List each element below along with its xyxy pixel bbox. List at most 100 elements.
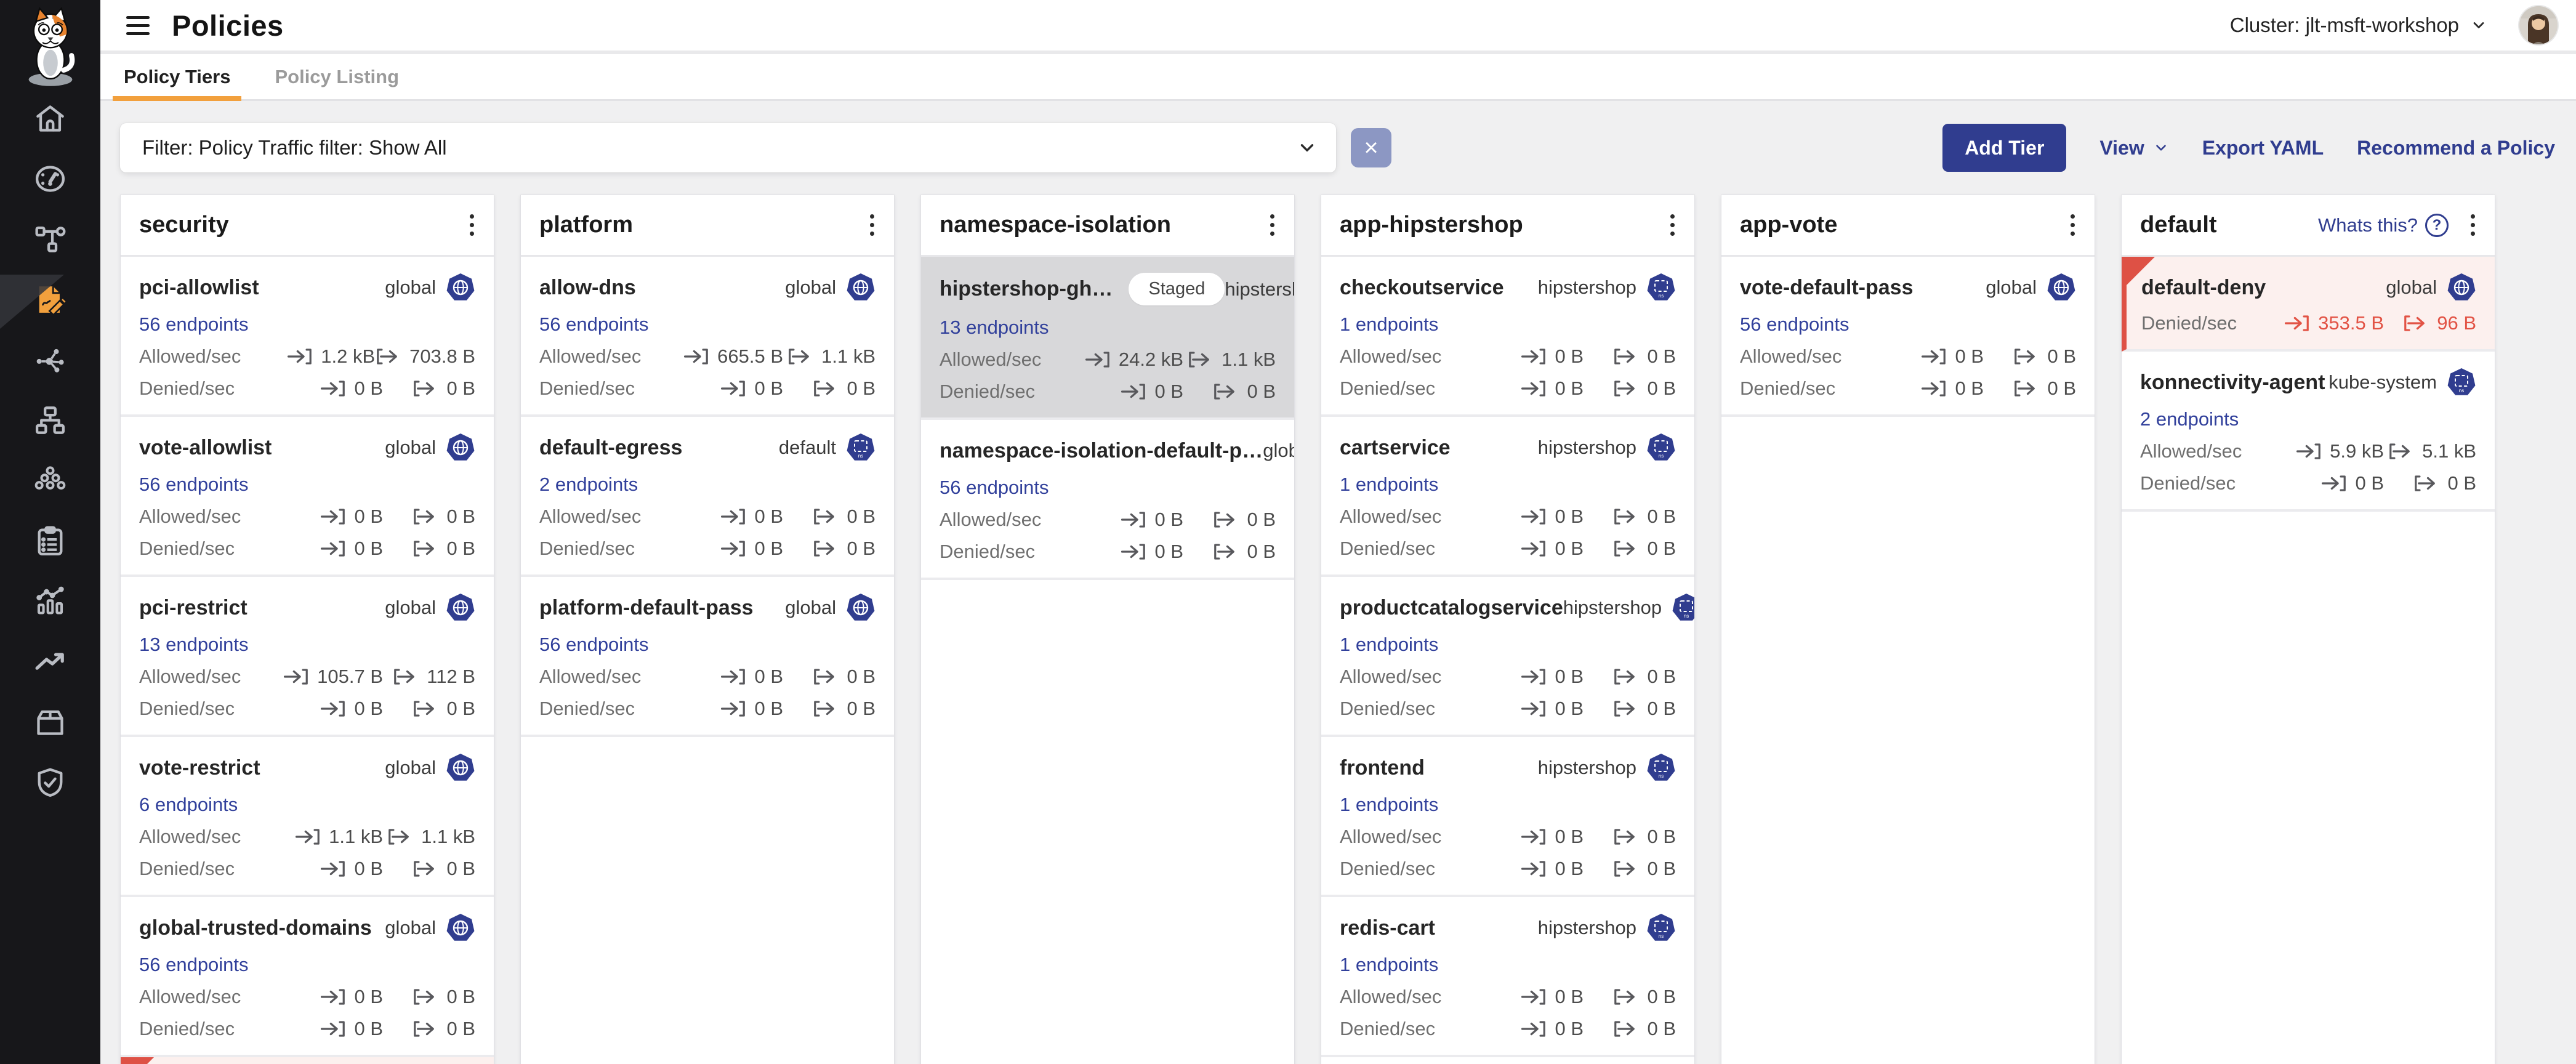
denied-per-sec-row: Denied/sec 0 B 0 B: [139, 698, 475, 720]
tier-menu-button[interactable]: [1664, 209, 1681, 241]
global-scope-icon: [446, 753, 475, 783]
endpoints-link[interactable]: 1 endpoints: [1340, 794, 1438, 816]
export-yaml-button[interactable]: Export YAML: [2202, 137, 2324, 159]
clusters-icon[interactable]: [33, 463, 68, 498]
endpoints-link[interactable]: 2 endpoints: [539, 474, 638, 496]
allowed-per-sec-row: Allowed/sec 665.5 B 1.1 kB: [539, 345, 875, 368]
ingress-icon: [1120, 382, 1147, 401]
tier-column-namespace-isolation: namespace-isolation hipstershop-gh… Stag…: [920, 195, 1295, 1064]
tier-menu-button[interactable]: [464, 209, 480, 241]
policy-card-vote-allowlist[interactable]: vote-allowlist global 56 endpoints Allow…: [121, 417, 494, 577]
endpoints-link[interactable]: 1 endpoints: [1340, 474, 1438, 496]
compliance-reports-icon[interactable]: [33, 523, 68, 558]
policy-card-allow-dns[interactable]: allow-dns global 56 endpoints Allowed/se…: [521, 257, 894, 417]
ingress-icon: [1084, 350, 1111, 369]
service-graph-icon[interactable]: [33, 222, 68, 257]
endpoints-icon[interactable]: [33, 403, 68, 438]
policy-card-vote-default-pass[interactable]: vote-default-pass global 56 endpoints Al…: [1721, 257, 2095, 417]
ingress-icon: [1520, 1019, 1547, 1039]
tier-name: app-vote: [1740, 212, 1837, 238]
policy-card-namespace-isolation-default-p[interactable]: namespace-isolation-default-p… global 56…: [921, 420, 1294, 580]
allowed-out-value: 0 B: [1247, 509, 1276, 531]
ingress-icon: [720, 699, 747, 719]
ingress-icon: [320, 507, 347, 526]
endpoints-link[interactable]: 56 endpoints: [940, 477, 1049, 499]
endpoints-link[interactable]: 2 endpoints: [2140, 408, 2239, 430]
policy-card-cartservice[interactable]: cartservice hipstershop 1 endpoints Allo…: [1321, 417, 1694, 577]
ingress-icon: [294, 827, 321, 847]
packages-icon[interactable]: [33, 704, 68, 740]
policy-card-platform-default-pass[interactable]: platform-default-pass global 56 endpoint…: [521, 577, 894, 737]
flow-visualizations-icon[interactable]: [33, 342, 68, 377]
policy-card-redis-cart[interactable]: redis-cart hipstershop 1 endpoints Allow…: [1321, 897, 1694, 1057]
avatar[interactable]: [2519, 6, 2558, 44]
policy-card-hipstershop-gh[interactable]: hipstershop-gh… Staged hipstershop 13 en…: [921, 257, 1294, 420]
endpoints-link[interactable]: 1 endpoints: [1340, 954, 1438, 976]
cluster-selector[interactable]: Cluster: jlt-msft-workshop: [2230, 14, 2487, 37]
policy-card-konnectivity-agent[interactable]: konnectivity-agent kube-system 2 endpoin…: [2122, 352, 2495, 512]
denied-in-value: 0 B: [1555, 858, 1584, 880]
whats-this-link[interactable]: Whats this? ?: [2318, 214, 2449, 237]
calico-cat-logo[interactable]: [14, 6, 87, 85]
endpoints-link[interactable]: 13 endpoints: [940, 316, 1049, 339]
endpoints-link[interactable]: 56 endpoints: [139, 954, 249, 976]
ingress-icon: [683, 347, 710, 366]
policy-card-productcatalogservice[interactable]: productcatalogservice hipstershop 1 endp…: [1321, 577, 1694, 737]
allowed-out-value: 5.1 kB: [2422, 440, 2476, 462]
endpoints-link[interactable]: 1 endpoints: [1340, 313, 1438, 336]
policy-card-pci-restrict[interactable]: pci-restrict global 13 endpoints Allowed…: [121, 577, 494, 737]
home-icon[interactable]: [33, 101, 68, 136]
policy-card-default-egress[interactable]: default-egress default 2 endpoints Allow…: [521, 417, 894, 577]
clear-filter-button[interactable]: ×: [1351, 128, 1391, 167]
policy-card-quarantine[interactable]: quarantine global 0 endpoints: [121, 1057, 494, 1064]
denied-label: Denied/sec: [940, 541, 1035, 563]
hamburger-menu-icon[interactable]: [126, 16, 153, 35]
endpoints-link[interactable]: 1 endpoints: [1340, 634, 1438, 656]
denied-out-value: 0 B: [1247, 541, 1276, 563]
scope-label: global: [785, 597, 836, 619]
endpoints-link[interactable]: 56 endpoints: [139, 313, 249, 336]
trends-icon[interactable]: [33, 644, 68, 679]
scope-label: default: [779, 437, 836, 459]
policy-card-vote-restrict[interactable]: vote-restrict global 6 endpoints Allowed…: [121, 737, 494, 897]
ingress-icon: [720, 507, 747, 526]
recommend-policy-button[interactable]: Recommend a Policy: [2357, 137, 2555, 159]
denied-label: Denied/sec: [539, 377, 635, 400]
policy-card-pci-allowlist[interactable]: pci-allowlist global 56 endpoints Allowe…: [121, 257, 494, 417]
policy-card-global-trusted-domains[interactable]: global-trusted-domains global 56 endpoin…: [121, 897, 494, 1057]
statistics-icon[interactable]: [33, 584, 68, 619]
tab-policy-tiers[interactable]: Policy Tiers: [121, 54, 233, 99]
tier-menu-button[interactable]: [1264, 209, 1281, 241]
tier-menu-button[interactable]: [2064, 209, 2081, 241]
tier-name: namespace-isolation: [940, 212, 1171, 238]
policy-card-frontend[interactable]: frontend hipstershop 1 endpoints Allowed…: [1321, 737, 1694, 897]
scope-label: global: [385, 437, 436, 459]
denied-out-value: 0 B: [446, 698, 475, 720]
tier-menu-button[interactable]: [2465, 209, 2481, 241]
tab-policy-listing[interactable]: Policy Listing: [272, 54, 401, 99]
policy-card-emailservice[interactable]: emailservice hipstershop 1 endpoints All…: [1321, 1057, 1694, 1064]
endpoints-link[interactable]: 56 endpoints: [139, 474, 249, 496]
egress-icon: [2388, 441, 2415, 461]
endpoints-link[interactable]: 56 endpoints: [539, 634, 649, 656]
endpoints-link[interactable]: 6 endpoints: [139, 794, 238, 816]
denied-in-value: 0 B: [1555, 698, 1584, 720]
endpoints-link[interactable]: 56 endpoints: [539, 313, 649, 336]
allowed-out-value: 1.1 kB: [1222, 349, 1276, 371]
policy-name: vote-allowlist: [139, 436, 272, 460]
policy-name: platform-default-pass: [539, 596, 754, 620]
threat-defense-icon[interactable]: [33, 765, 68, 800]
policy-card-default-deny[interactable]: default-deny global Denied/sec 353.5 B 9…: [2122, 257, 2495, 352]
tier-menu-button[interactable]: [864, 209, 880, 241]
allowed-per-sec-row: Allowed/sec 24.2 kB 1.1 kB: [940, 349, 1276, 371]
dashboard-icon[interactable]: [33, 161, 68, 196]
policy-traffic-filter-select[interactable]: Filter: Policy Traffic filter: Show All: [120, 123, 1336, 172]
policy-card-checkoutservice[interactable]: checkoutservice hipstershop 1 endpoints …: [1321, 257, 1694, 417]
ingress-icon: [320, 987, 347, 1007]
view-menu-button[interactable]: View: [2099, 137, 2168, 159]
chevron-down-icon: [1297, 137, 1318, 158]
namespace-scope-icon: [1646, 913, 1676, 943]
endpoints-link[interactable]: 56 endpoints: [1740, 313, 1849, 336]
endpoints-link[interactable]: 13 endpoints: [139, 634, 249, 656]
add-tier-button[interactable]: Add Tier: [1942, 124, 2066, 172]
